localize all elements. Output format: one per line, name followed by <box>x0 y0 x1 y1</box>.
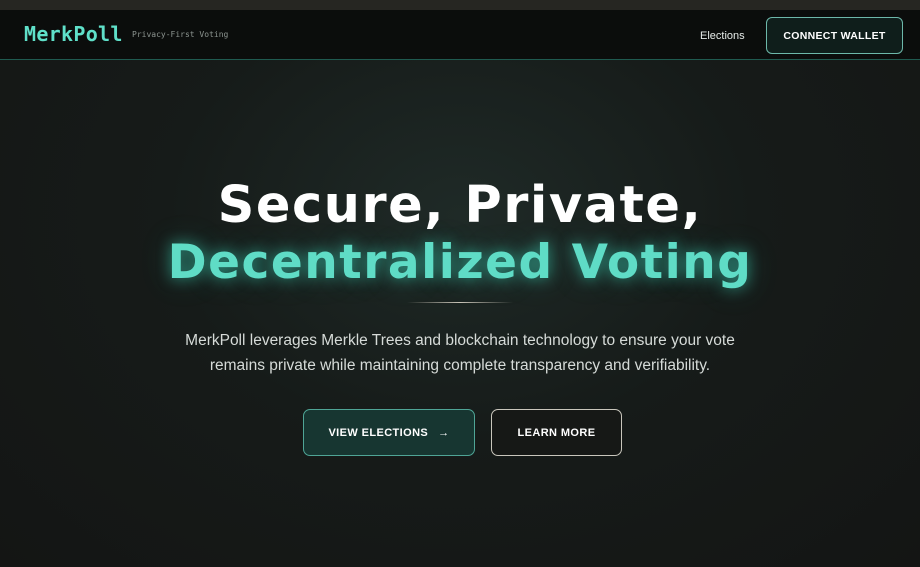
learn-more-button[interactable]: LEARN MORE <box>491 409 622 456</box>
hero-title-line-2: Decentralized Voting <box>167 235 753 290</box>
brand-tagline: Privacy-First Voting <box>132 30 229 39</box>
hero-description: MerkPoll leverages Merkle Trees and bloc… <box>185 332 735 374</box>
hero-divider <box>407 302 513 303</box>
top-strip <box>0 0 920 10</box>
hero-title-line-1: Secure, Private, <box>217 176 703 235</box>
view-elections-label: VIEW ELECTIONS <box>328 426 429 439</box>
brand-logo[interactable]: MerkPoll <box>24 22 123 46</box>
nav-link-elections[interactable]: Elections <box>700 30 745 42</box>
connect-wallet-button[interactable]: CONNECT WALLET <box>766 17 903 54</box>
arrow-right-icon: → <box>438 426 450 439</box>
top-navbar: MerkPoll Privacy-First Voting Elections … <box>0 10 920 60</box>
view-elections-button[interactable]: VIEW ELECTIONS → <box>303 409 475 456</box>
